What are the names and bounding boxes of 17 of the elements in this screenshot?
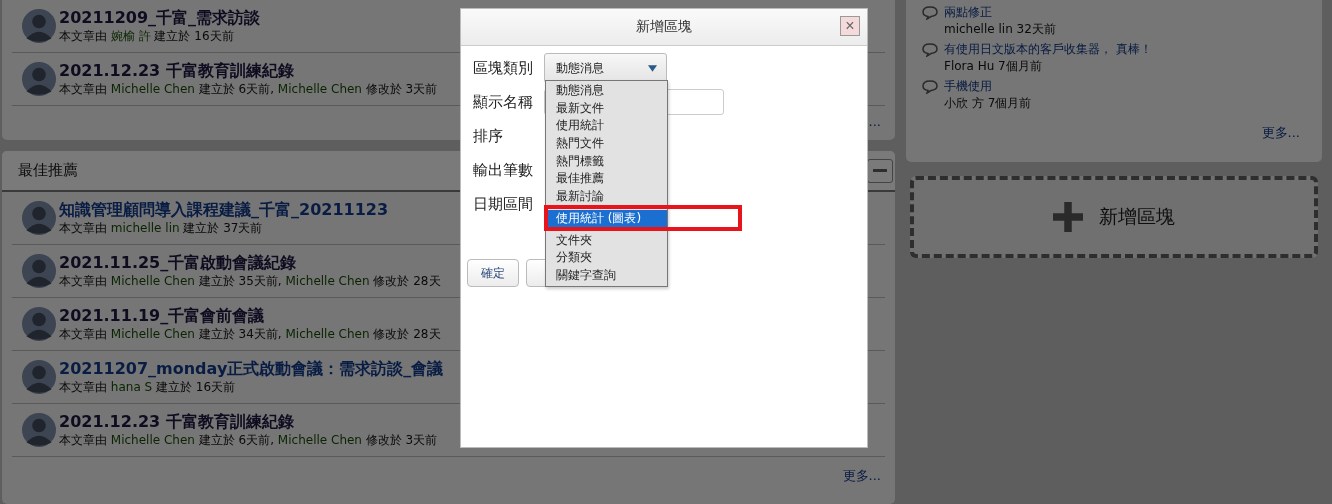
article-meta: 本文章由 婉榆 許 建立於 16天前 xyxy=(59,28,235,44)
dialog-title: 新增區塊 xyxy=(636,18,692,36)
article-meta: 本文章由 Michelle Chen 建立於 6天前, Michelle Chen 修改於 3天前 xyxy=(59,81,438,97)
comment-meta: Flora Hu 7個月前 xyxy=(944,58,1043,74)
field-label: 日期區間 xyxy=(473,194,534,214)
article-meta: 本文章由 Michelle Chen 建立於 34天前, Michelle Chen 修改於 28天 xyxy=(59,326,441,342)
panel-title: 最佳推薦 xyxy=(18,161,78,180)
field-label: 區塊類別 xyxy=(473,58,534,78)
field-label: 顯示名稱 xyxy=(473,92,534,112)
comment-meta: michelle lin 32天前 xyxy=(944,21,1056,37)
field-label: 輸出筆數 xyxy=(473,160,534,180)
article-meta: 本文章由 michelle lin 建立於 37天前 xyxy=(59,220,264,236)
comment-meta: 小欣 方 7個月前 xyxy=(944,95,1032,111)
article-meta: 本文章由 Michelle Chen 建立於 35天前, Michelle Chen 修改於 28天 xyxy=(59,273,441,289)
field-label: 排序 xyxy=(473,126,504,146)
article-meta: 本文章由 Michelle Chen 建立於 6天前, Michelle Chen 修改於 3天前 xyxy=(59,432,438,448)
article-meta: 本文章由 hana S 建立於 16天前 xyxy=(59,379,237,395)
